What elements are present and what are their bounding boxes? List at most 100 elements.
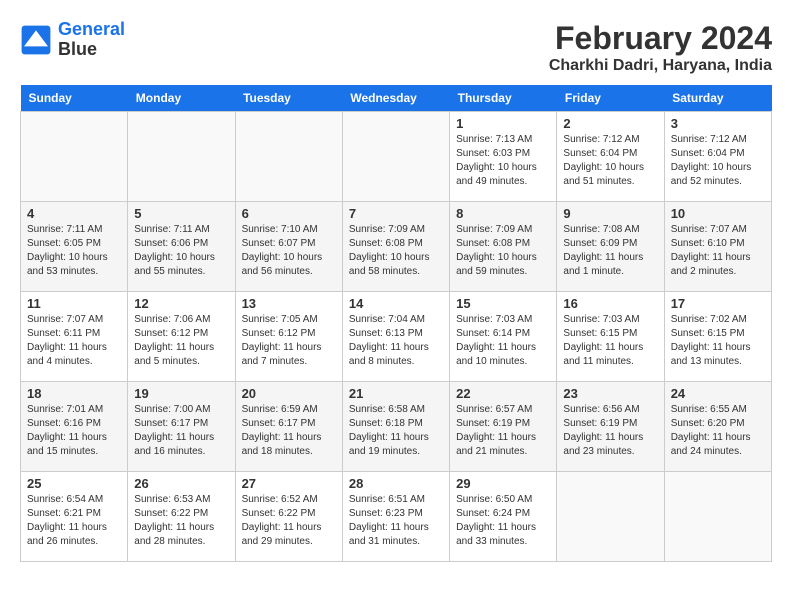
calendar-cell: 10 Sunrise: 7:07 AMSunset: 6:10 PMDayligh… (664, 202, 771, 292)
calendar-cell: 8 Sunrise: 7:09 AMSunset: 6:08 PMDaylight… (450, 202, 557, 292)
day-number: 29 (456, 476, 550, 491)
day-detail: Sunrise: 7:13 AMSunset: 6:03 PMDaylight:… (456, 133, 550, 189)
calendar-cell (128, 112, 235, 202)
logo: General Blue (20, 20, 125, 60)
calendar-cell: 19 Sunrise: 7:00 AMSunset: 6:17 PMDayligh… (128, 382, 235, 472)
calendar-cell: 20 Sunrise: 6:59 AMSunset: 6:17 PMDayligh… (235, 382, 342, 472)
day-number: 19 (134, 386, 228, 401)
calendar-cell: 12 Sunrise: 7:06 AMSunset: 6:12 PMDayligh… (128, 292, 235, 382)
day-detail: Sunrise: 7:10 AMSunset: 6:07 PMDaylight:… (242, 223, 336, 279)
day-number: 10 (671, 206, 765, 221)
day-number: 28 (349, 476, 443, 491)
day-number: 18 (27, 386, 121, 401)
day-detail: Sunrise: 7:04 AMSunset: 6:13 PMDaylight:… (349, 313, 443, 369)
calendar-cell: 9 Sunrise: 7:08 AMSunset: 6:09 PMDaylight… (557, 202, 664, 292)
day-number: 21 (349, 386, 443, 401)
logo-icon (20, 24, 52, 56)
day-number: 8 (456, 206, 550, 221)
calendar-cell: 6 Sunrise: 7:10 AMSunset: 6:07 PMDaylight… (235, 202, 342, 292)
day-number: 13 (242, 296, 336, 311)
calendar-cell: 11 Sunrise: 7:07 AMSunset: 6:11 PMDayligh… (21, 292, 128, 382)
calendar-cell: 24 Sunrise: 6:55 AMSunset: 6:20 PMDayligh… (664, 382, 771, 472)
logo-text: General Blue (58, 20, 125, 60)
day-number: 12 (134, 296, 228, 311)
main-title: February 2024 (549, 20, 772, 57)
day-number: 17 (671, 296, 765, 311)
day-number: 25 (27, 476, 121, 491)
day-number: 26 (134, 476, 228, 491)
calendar-cell: 28 Sunrise: 6:51 AMSunset: 6:23 PMDayligh… (342, 472, 449, 562)
day-detail: Sunrise: 7:03 AMSunset: 6:15 PMDaylight:… (563, 313, 657, 369)
day-detail: Sunrise: 6:50 AMSunset: 6:24 PMDaylight:… (456, 493, 550, 549)
day-detail: Sunrise: 6:53 AMSunset: 6:22 PMDaylight:… (134, 493, 228, 549)
day-number: 16 (563, 296, 657, 311)
day-number: 7 (349, 206, 443, 221)
calendar-week-5: 25 Sunrise: 6:54 AMSunset: 6:21 PMDayligh… (21, 472, 772, 562)
day-detail: Sunrise: 6:59 AMSunset: 6:17 PMDaylight:… (242, 403, 336, 459)
day-detail: Sunrise: 7:12 AMSunset: 6:04 PMDaylight:… (563, 133, 657, 189)
day-number: 4 (27, 206, 121, 221)
calendar-cell: 27Sunrise: 6:52 AMSunset: 6:22 PMDayligh… (235, 472, 342, 562)
day-number: 2 (563, 116, 657, 131)
day-detail: Sunrise: 7:03 AMSunset: 6:14 PMDaylight:… (456, 313, 550, 369)
day-detail: Sunrise: 7:07 AMSunset: 6:11 PMDaylight:… (27, 313, 121, 369)
calendar-week-2: 4Sunrise: 7:11 AMSunset: 6:05 PMDaylight… (21, 202, 772, 292)
day-detail: Sunrise: 7:09 AMSunset: 6:08 PMDaylight:… (349, 223, 443, 279)
day-header-thursday: Thursday (450, 85, 557, 112)
calendar-cell: 26 Sunrise: 6:53 AMSunset: 6:22 PMDayligh… (128, 472, 235, 562)
day-detail: Sunrise: 6:58 AMSunset: 6:18 PMDaylight:… (349, 403, 443, 459)
day-number: 24 (671, 386, 765, 401)
day-detail: Sunrise: 7:07 AMSunset: 6:10 PMDaylight:… (671, 223, 765, 279)
day-detail: Sunrise: 6:51 AMSunset: 6:23 PMDaylight:… (349, 493, 443, 549)
day-number: 5 (134, 206, 228, 221)
calendar-table: SundayMondayTuesdayWednesdayThursdayFrid… (20, 85, 772, 562)
calendar-cell: 17 Sunrise: 7:02 AMSunset: 6:15 PMDayligh… (664, 292, 771, 382)
day-header-friday: Friday (557, 85, 664, 112)
calendar-cell: 21 Sunrise: 6:58 AMSunset: 6:18 PMDayligh… (342, 382, 449, 472)
day-detail: Sunrise: 7:11 AMSunset: 6:06 PMDaylight:… (134, 223, 228, 279)
calendar-cell: 23Sunrise: 6:56 AMSunset: 6:19 PMDayligh… (557, 382, 664, 472)
title-block: February 2024 Charkhi Dadri, Haryana, In… (549, 20, 772, 75)
calendar-cell: 4Sunrise: 7:11 AMSunset: 6:05 PMDaylight… (21, 202, 128, 292)
day-number: 1 (456, 116, 550, 131)
day-number: 11 (27, 296, 121, 311)
calendar-cell: 7 Sunrise: 7:09 AMSunset: 6:08 PMDaylight… (342, 202, 449, 292)
day-header-saturday: Saturday (664, 85, 771, 112)
day-header-monday: Monday (128, 85, 235, 112)
day-number: 22 (456, 386, 550, 401)
calendar-week-3: 11 Sunrise: 7:07 AMSunset: 6:11 PMDayligh… (21, 292, 772, 382)
calendar-cell: 18 Sunrise: 7:01 AMSunset: 6:16 PMDayligh… (21, 382, 128, 472)
calendar-cell (342, 112, 449, 202)
calendar-cell: 25 Sunrise: 6:54 AMSunset: 6:21 PMDayligh… (21, 472, 128, 562)
day-detail: Sunrise: 7:09 AMSunset: 6:08 PMDaylight:… (456, 223, 550, 279)
day-number: 14 (349, 296, 443, 311)
calendar-cell (557, 472, 664, 562)
day-detail: Sunrise: 7:02 AMSunset: 6:15 PMDaylight:… (671, 313, 765, 369)
day-detail: Sunrise: 7:01 AMSunset: 6:16 PMDaylight:… (27, 403, 121, 459)
calendar-cell: 15Sunrise: 7:03 AMSunset: 6:14 PMDayligh… (450, 292, 557, 382)
logo-line2: Blue (58, 40, 125, 60)
day-number: 9 (563, 206, 657, 221)
calendar-cell: 22 Sunrise: 6:57 AMSunset: 6:19 PMDayligh… (450, 382, 557, 472)
header-row: SundayMondayTuesdayWednesdayThursdayFrid… (21, 85, 772, 112)
calendar-cell: 29 Sunrise: 6:50 AMSunset: 6:24 PMDayligh… (450, 472, 557, 562)
calendar-week-1: 1 Sunrise: 7:13 AMSunset: 6:03 PMDaylight… (21, 112, 772, 202)
day-detail: Sunrise: 7:06 AMSunset: 6:12 PMDaylight:… (134, 313, 228, 369)
day-detail: Sunrise: 6:55 AMSunset: 6:20 PMDaylight:… (671, 403, 765, 459)
day-number: 20 (242, 386, 336, 401)
calendar-cell: 2 Sunrise: 7:12 AMSunset: 6:04 PMDaylight… (557, 112, 664, 202)
day-header-sunday: Sunday (21, 85, 128, 112)
day-header-tuesday: Tuesday (235, 85, 342, 112)
subtitle: Charkhi Dadri, Haryana, India (549, 57, 772, 75)
day-detail: Sunrise: 6:54 AMSunset: 6:21 PMDaylight:… (27, 493, 121, 549)
day-detail: Sunrise: 7:00 AMSunset: 6:17 PMDaylight:… (134, 403, 228, 459)
calendar-cell (21, 112, 128, 202)
day-number: 6 (242, 206, 336, 221)
day-detail: Sunrise: 6:57 AMSunset: 6:19 PMDaylight:… (456, 403, 550, 459)
calendar-cell: 1 Sunrise: 7:13 AMSunset: 6:03 PMDaylight… (450, 112, 557, 202)
day-detail: Sunrise: 7:05 AMSunset: 6:12 PMDaylight:… (242, 313, 336, 369)
calendar-cell (664, 472, 771, 562)
day-number: 27 (242, 476, 336, 491)
day-detail: Sunrise: 7:08 AMSunset: 6:09 PMDaylight:… (563, 223, 657, 279)
page-header: General Blue February 2024 Charkhi Dadri… (20, 20, 772, 75)
